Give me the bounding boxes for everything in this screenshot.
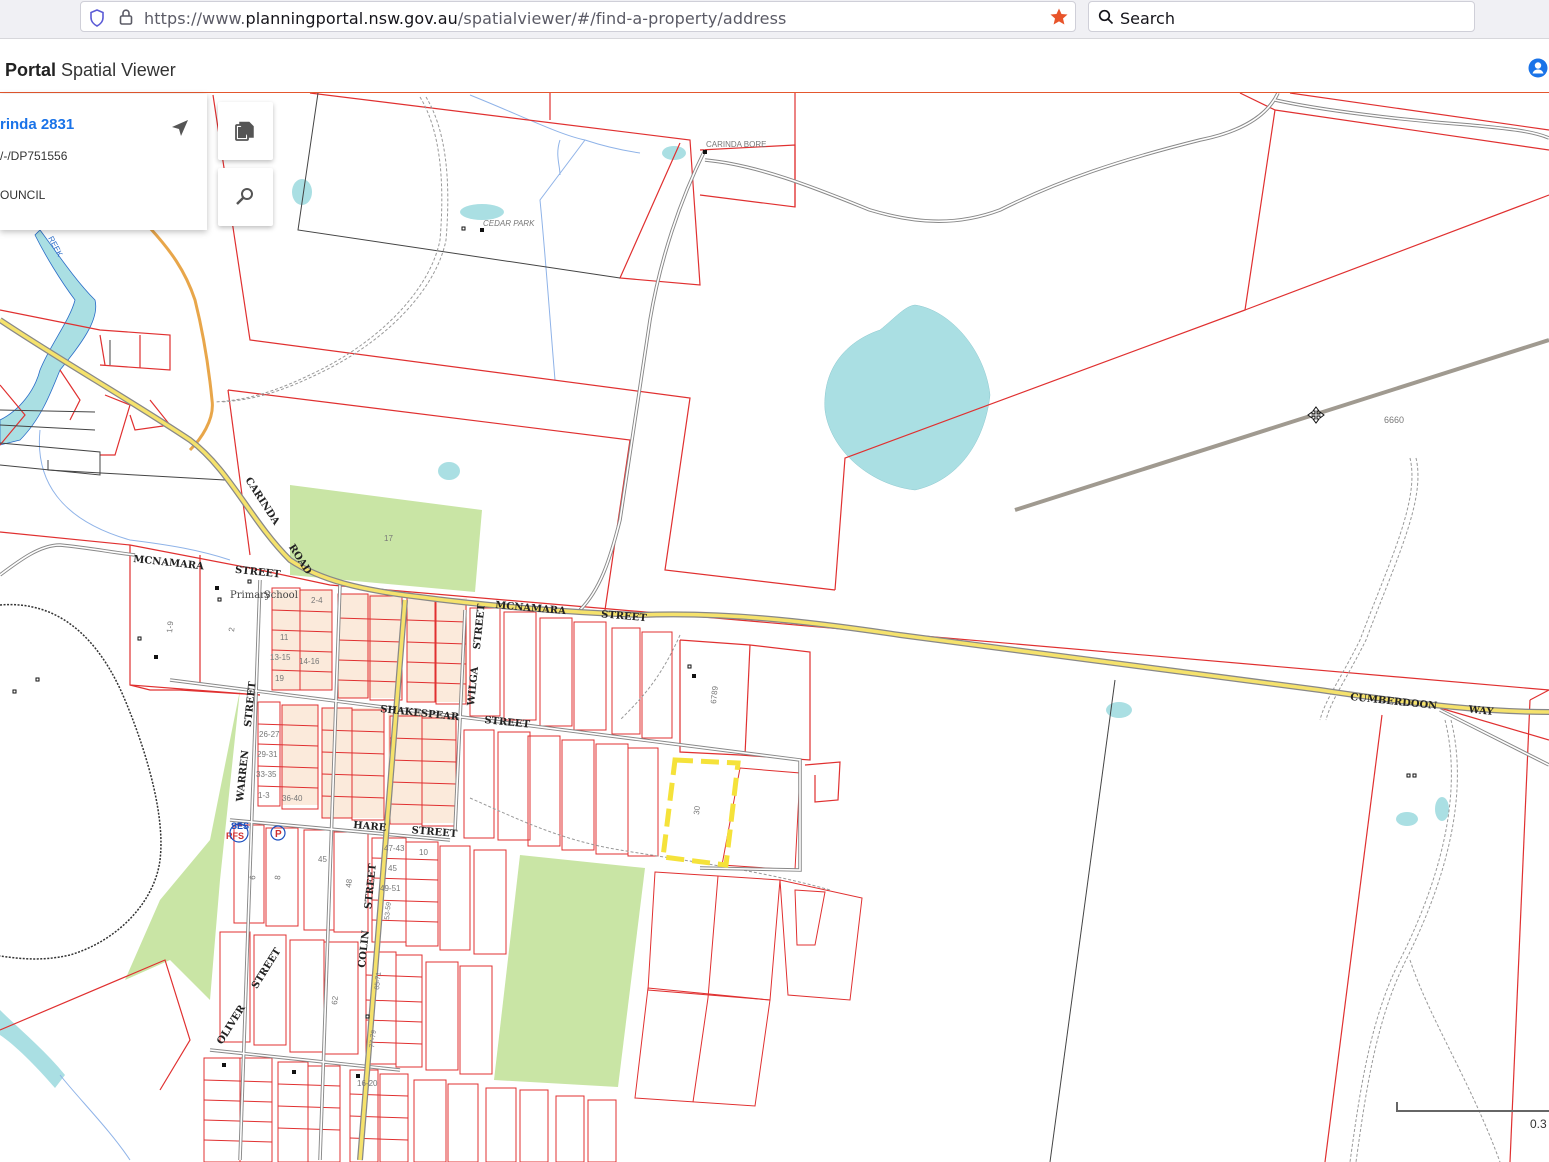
label-lot-65-71: 65-71: [374, 972, 383, 991]
map-labels: MCNAMARA STREET MCNAMARA STREET CARINDA …: [46, 140, 1495, 1088]
lake: [824, 304, 991, 491]
move-cursor-icon: [1307, 406, 1325, 424]
property-council: OUNCIL: [0, 188, 46, 202]
minor-roads-inner: [0, 93, 1549, 1161]
property-info-panel[interactable]: rinda 2831 /-/DP751556 OUNCIL: [0, 94, 207, 230]
zoom-to-button[interactable]: [218, 168, 273, 226]
label-lot-8: 8: [273, 874, 282, 880]
label-wilga: WILGA STREET: [466, 603, 488, 708]
label-mcnamara-west: MCNAMARA STREET: [133, 554, 282, 580]
dam: [438, 462, 460, 480]
label-rfs: RFS: [226, 831, 244, 841]
search-placeholder: Search: [1120, 9, 1175, 28]
scale-label: 0.3: [1530, 1117, 1547, 1131]
minor-roads: [0, 93, 1549, 1161]
app-title-bold: Portal: [5, 60, 57, 80]
label-lot-36-40: 36-40: [282, 794, 303, 803]
label-lot-16-20: 16-20: [357, 1079, 378, 1088]
label-lot-6: 6: [248, 874, 257, 880]
park-area: [125, 690, 240, 1000]
dam: [1435, 797, 1449, 821]
label-lot-47-43: 47-43: [384, 844, 405, 853]
browser-toolbar: https://www.planningportal.nsw.gov.au/sp…: [0, 0, 1549, 39]
label-lot-10: 10: [419, 848, 428, 857]
lock-icon[interactable]: [118, 8, 134, 26]
label-police: P: [275, 829, 282, 840]
app-title: Portal Spatial Viewer: [5, 60, 176, 81]
url-path: /spatialviewer/#/find-a-property/address: [457, 9, 787, 28]
label-lot-33-35: 33-35: [256, 770, 277, 779]
label-lot-2: 2: [227, 626, 236, 632]
label-lot-45a: 45: [318, 855, 327, 864]
user-account-icon[interactable]: [1528, 58, 1548, 78]
label-lot-13-15: 13-15: [270, 653, 291, 662]
label-lot-2-4: 2-4: [311, 596, 323, 605]
creek-water: [0, 229, 97, 446]
navigate-arrow-icon[interactable]: [170, 118, 190, 138]
label-lot-19: 19: [275, 674, 284, 683]
address-bar[interactable]: https://www.planningportal.nsw.gov.au/sp…: [80, 1, 1076, 32]
app-header: Portal Spatial Viewer: [0, 39, 1549, 94]
parks: [125, 485, 645, 1087]
dam: [1396, 812, 1418, 826]
park-area: [494, 855, 645, 1087]
app-title-sub: Spatial Viewer: [61, 60, 176, 80]
zoom-search-icon: [236, 188, 253, 205]
label-lot-17: 17: [384, 534, 393, 543]
label-lot-49-51: 49-51: [380, 884, 401, 893]
bookmark-star-icon[interactable]: [1049, 7, 1069, 27]
label-lot-62: 62: [330, 995, 340, 1005]
label-cumberdoon: CUMBERDOON WAY: [1350, 692, 1495, 718]
label-lot-14-16: 14-16: [299, 657, 320, 666]
map-canvas[interactable]: MCNAMARA STREET MCNAMARA STREET CARINDA …: [0, 93, 1549, 1162]
property-lot-dp: /-/DP751556: [0, 149, 68, 163]
property-address-link[interactable]: rinda 2831: [0, 116, 74, 133]
label-lot-53-59: 53-59: [384, 902, 393, 921]
label-lot-77-79: 77-79: [369, 1030, 378, 1049]
label-lot-6789: 6789: [709, 685, 720, 704]
browser-search-box[interactable]: Search: [1088, 1, 1475, 32]
url-host: planningportal.nsw.gov.au: [245, 9, 458, 28]
copy-button[interactable]: [218, 102, 273, 160]
label-cedar-park: CEDAR PARK: [483, 219, 535, 228]
url-prefix: https://www.: [144, 9, 246, 28]
label-lot-29-31: 29-31: [257, 750, 278, 759]
shield-icon[interactable]: [89, 9, 105, 27]
creek-water-south: [0, 1010, 65, 1088]
label-lot-48: 48: [344, 878, 354, 888]
url-text[interactable]: https://www.planningportal.nsw.gov.au/sp…: [144, 9, 786, 28]
dam: [460, 204, 504, 220]
label-carinda-bore: CARINDA BORE: [706, 140, 766, 149]
label-lot-26-27: 26-27: [259, 730, 280, 739]
label-lot-45b: 45: [388, 864, 397, 873]
map-svg[interactable]: MCNAMARA STREET MCNAMARA STREET CARINDA …: [0, 93, 1549, 1162]
copy-icon: [235, 121, 254, 141]
label-lot-11: 11: [280, 633, 289, 642]
race-track: [0, 603, 162, 960]
scale-bar: [1396, 1102, 1549, 1112]
label-lot-30: 30: [692, 805, 702, 815]
building-outlines: [12, 226, 1417, 1019]
label-lot-1-9: 1-9: [165, 620, 175, 633]
search-icon: [1098, 9, 1114, 25]
label-mcnamara-east: MCNAMARA STREET: [495, 600, 648, 624]
label-primary-school: Primary School: [230, 590, 298, 601]
label-lot-1-3: 1-3: [258, 791, 270, 800]
label-lot-6660: 6660: [1384, 415, 1404, 425]
